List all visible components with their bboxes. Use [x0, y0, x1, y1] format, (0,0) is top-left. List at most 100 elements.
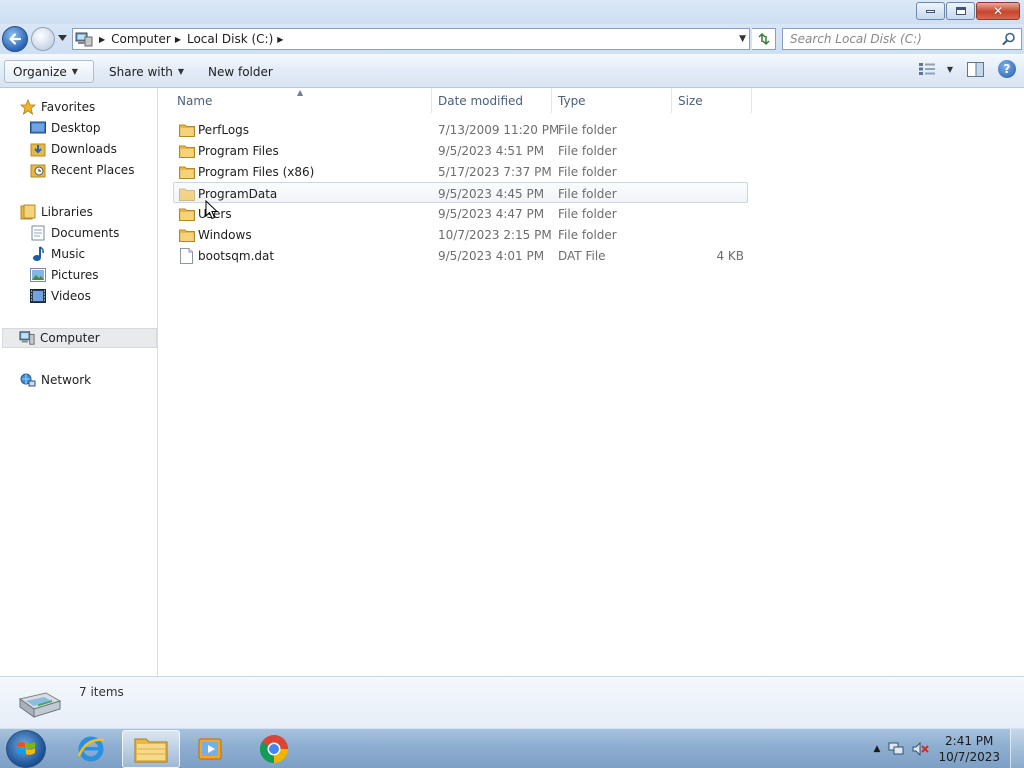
file-type: File folder — [558, 143, 617, 158]
folder-icon — [179, 161, 195, 182]
file-date: 9/5/2023 4:01 PM — [438, 248, 545, 263]
file-row[interactable]: PerfLogs 7/13/2009 11:20 PM File folder — [173, 119, 748, 140]
recent-places-icon — [30, 162, 46, 178]
nav-computer[interactable]: Computer — [2, 328, 157, 348]
file-size — [678, 119, 744, 140]
search-input[interactable] — [790, 32, 995, 46]
star-icon — [20, 99, 36, 115]
computer-icon — [19, 330, 35, 346]
item-count: 7 items — [79, 685, 124, 699]
nav-item-music[interactable]: Music — [30, 244, 85, 264]
file-size — [678, 183, 744, 204]
organize-button[interactable]: Organize ▼ — [4, 60, 94, 83]
volume-muted-icon[interactable] — [912, 742, 930, 756]
libraries-icon — [20, 204, 36, 220]
folder-icon — [179, 224, 195, 245]
nav-favorites[interactable]: Favorites — [20, 97, 95, 117]
file-row[interactable]: Program Files (x86) 5/17/2023 7:37 PM Fi… — [173, 161, 748, 182]
nav-favorites-label: Favorites — [41, 100, 96, 114]
nav-item-recent-places[interactable]: Recent Places — [30, 160, 134, 180]
nav-libraries[interactable]: Libraries — [20, 202, 93, 222]
breadcrumb-separator-icon[interactable]: ▶ — [277, 35, 283, 44]
file-explorer-icon — [134, 738, 168, 763]
column-header-date-modified[interactable]: Date modified — [433, 88, 552, 113]
mouse-cursor-icon — [205, 200, 219, 220]
show-desktop-button[interactable] — [1010, 729, 1024, 768]
file-row[interactable]: Windows 10/7/2023 2:15 PM File folder — [173, 224, 748, 245]
view-options-dropdown-icon[interactable]: ▼ — [947, 65, 953, 74]
file-row[interactable]: Users 9/5/2023 4:47 PM File folder — [173, 203, 748, 224]
nav-item-desktop[interactable]: Desktop — [30, 118, 101, 138]
help-icon[interactable]: ? — [998, 60, 1016, 78]
file-row[interactable]: bootsqm.dat 9/5/2023 4:01 PM DAT File 4 … — [173, 245, 748, 266]
file-name: Program Files — [198, 143, 279, 158]
address-bar[interactable]: ▶ Computer ▶ Local Disk (C:) ▶ ▼ — [72, 28, 750, 50]
breadcrumb-computer[interactable]: Computer — [111, 32, 171, 46]
taskbar-chrome[interactable] — [245, 730, 303, 768]
refresh-icon — [757, 32, 770, 46]
pictures-icon — [30, 267, 46, 283]
file-name: bootsqm.dat — [198, 248, 275, 263]
close-icon: ✕ — [992, 4, 1004, 18]
refresh-button[interactable] — [752, 28, 776, 50]
restore-icon — [955, 7, 966, 15]
file-type: File folder — [558, 122, 617, 137]
start-button[interactable] — [6, 730, 46, 768]
nav-item-label: Pictures — [51, 268, 99, 282]
nav-item-label: Music — [51, 247, 86, 261]
nav-item-documents[interactable]: Documents — [30, 223, 119, 243]
videos-icon — [30, 288, 46, 304]
nav-item-pictures[interactable]: Pictures — [30, 265, 99, 285]
close-button[interactable]: ✕ — [976, 2, 1020, 20]
file-size: 4 KB — [716, 248, 744, 263]
window-controls: ✕ — [916, 2, 1020, 20]
navigation-bar: ▶ Computer ▶ Local Disk (C:) ▶ ▼ — [0, 24, 1024, 54]
folder-icon — [179, 203, 195, 224]
downloads-icon — [30, 141, 46, 157]
preview-pane-icon[interactable] — [967, 61, 984, 77]
nav-item-downloads[interactable]: Downloads — [30, 139, 117, 159]
change-view-button[interactable]: ▼ — [918, 63, 953, 75]
file-date: 7/13/2009 11:20 PM — [438, 122, 560, 137]
column-header-type[interactable]: Type — [553, 88, 672, 113]
address-history-dropdown-icon[interactable]: ▼ — [739, 34, 746, 44]
back-button[interactable] — [2, 26, 28, 52]
recent-pages-dropdown-icon[interactable] — [58, 35, 67, 41]
search-icon[interactable] — [1002, 32, 1016, 46]
details-view-icon — [918, 63, 935, 75]
documents-icon — [30, 225, 46, 241]
forward-button[interactable] — [31, 27, 55, 51]
show-hidden-icons-icon[interactable]: ▲ — [874, 744, 881, 754]
network-status-icon[interactable] — [888, 742, 904, 756]
clock[interactable]: 2:41 PM 10/7/2023 — [938, 733, 1000, 765]
column-header-name[interactable]: Name — [172, 88, 432, 113]
taskbar-internet-explorer[interactable] — [62, 730, 120, 768]
nav-libraries-label: Libraries — [41, 205, 93, 219]
file-name: PerfLogs — [198, 122, 250, 137]
search-box[interactable] — [782, 28, 1022, 50]
file-row[interactable]: Program Files 9/5/2023 4:51 PM File fold… — [173, 140, 748, 161]
breadcrumb-local-disk[interactable]: Local Disk (C:) — [187, 32, 273, 46]
nav-item-videos[interactable]: Videos — [30, 286, 91, 306]
file-size — [678, 224, 744, 245]
minimize-button[interactable] — [916, 2, 945, 20]
file-type: File folder — [558, 164, 617, 179]
file-date: 5/17/2023 7:37 PM — [438, 164, 552, 179]
back-arrow-icon — [9, 33, 22, 45]
maximize-button[interactable] — [946, 2, 975, 20]
nav-network[interactable]: Network — [20, 370, 91, 390]
new-folder-button[interactable]: New folder — [200, 60, 281, 83]
taskbar-media-player[interactable] — [182, 730, 240, 768]
file-type: File folder — [558, 227, 617, 242]
breadcrumb-separator-icon[interactable]: ▶ — [99, 35, 105, 44]
file-icon — [180, 245, 193, 266]
computer-location-icon — [73, 29, 95, 49]
file-list: ▲ Name Date modified Type Size PerfLogs … — [159, 88, 1024, 676]
folder-icon — [179, 119, 195, 140]
folder-icon — [179, 140, 195, 161]
share-with-button[interactable]: Share with ▼ — [101, 60, 192, 83]
breadcrumb-separator-icon[interactable]: ▶ — [175, 35, 181, 44]
taskbar-windows-explorer[interactable] — [122, 730, 180, 768]
file-row-hovered[interactable]: ProgramData 9/5/2023 4:45 PM File folder — [173, 182, 748, 203]
column-header-size[interactable]: Size — [673, 88, 752, 113]
